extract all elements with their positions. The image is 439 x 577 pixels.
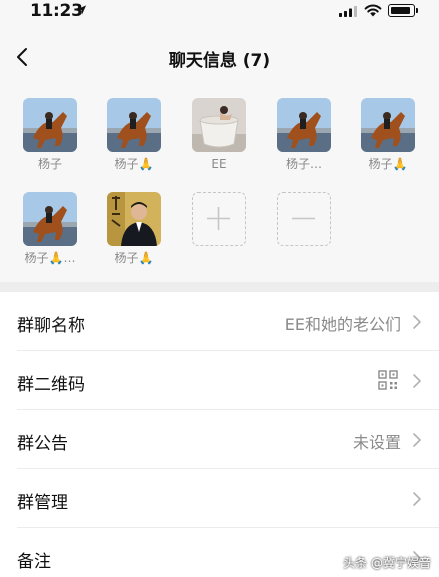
horse-rider-avatar [23,98,77,152]
member-item[interactable]: 杨子🙏… [20,192,80,266]
horse-rider-avatar [107,98,161,152]
setting-label: 群管理 [17,493,68,513]
horse-rider-avatar [23,192,77,246]
minus-icon [292,217,315,220]
chevron-right-icon [413,315,421,329]
member-item[interactable]: EE [189,98,249,172]
settings-list: 群聊名称 EE和她的老公们 群二维码 群公告 未设置 群管理 备注 [0,292,439,577]
chevron-right-icon [413,492,421,506]
setting-value: EE和她的老公们 [284,315,401,334]
location-arrow-icon [76,5,87,15]
cellular-signal-icon [339,6,357,17]
members-grid: 杨子 杨子🙏 EE 杨子… 杨子🙏 杨子🙏… 杨子🙏 [0,90,439,282]
add-member-button[interactable] [189,192,249,246]
chevron-right-icon [413,374,421,388]
horse-rider-avatar [277,98,331,152]
group-notice-row[interactable]: 群公告 未设置 [0,410,439,469]
qr-code-icon [378,370,398,390]
setting-label: 备注 [17,552,51,572]
member-name: 杨子🙏… [24,251,76,265]
member-name: 杨子… [285,157,322,171]
group-qr-code-row[interactable]: 群二维码 [0,351,439,410]
battery-icon [388,4,418,17]
member-name: EE [211,157,227,171]
setting-label: 群公告 [17,434,68,454]
member-item[interactable]: 杨子… [274,98,334,172]
member-item[interactable]: 杨子 [20,98,80,172]
status-time: 11:23 [30,1,83,21]
nav-bar: 聊天信息 (7) [0,24,439,90]
wifi-icon [364,4,382,17]
setting-label: 群聊名称 [17,316,85,336]
man-in-suit-avatar [107,192,161,246]
chevron-right-icon [413,433,421,447]
page-title: 聊天信息 (7) [168,51,271,71]
member-name: 杨子 [37,157,62,171]
woman-in-cup-avatar [192,98,246,152]
remove-member-box[interactable] [277,192,331,246]
remove-member-button[interactable] [274,192,334,246]
member-item[interactable]: 杨子🙏 [104,98,164,172]
add-member-box[interactable] [192,192,246,246]
group-management-row[interactable]: 群管理 [0,469,439,528]
horse-rider-avatar [361,98,415,152]
member-item[interactable]: 杨子🙏 [358,98,418,172]
group-name-row[interactable]: 群聊名称 EE和她的老公们 [0,292,439,351]
watermark: 头条 @冀宁娱音 [343,556,431,570]
member-item[interactable]: 杨子🙏 [104,192,164,266]
member-name: 杨子🙏 [114,157,154,171]
plus-icon [207,207,230,230]
member-name: 杨子🙏 [368,157,408,171]
setting-value: 未设置 [352,433,401,452]
setting-label: 群二维码 [17,375,85,395]
member-name: 杨子🙏 [114,251,154,265]
status-bar: 11:23 [0,0,439,24]
